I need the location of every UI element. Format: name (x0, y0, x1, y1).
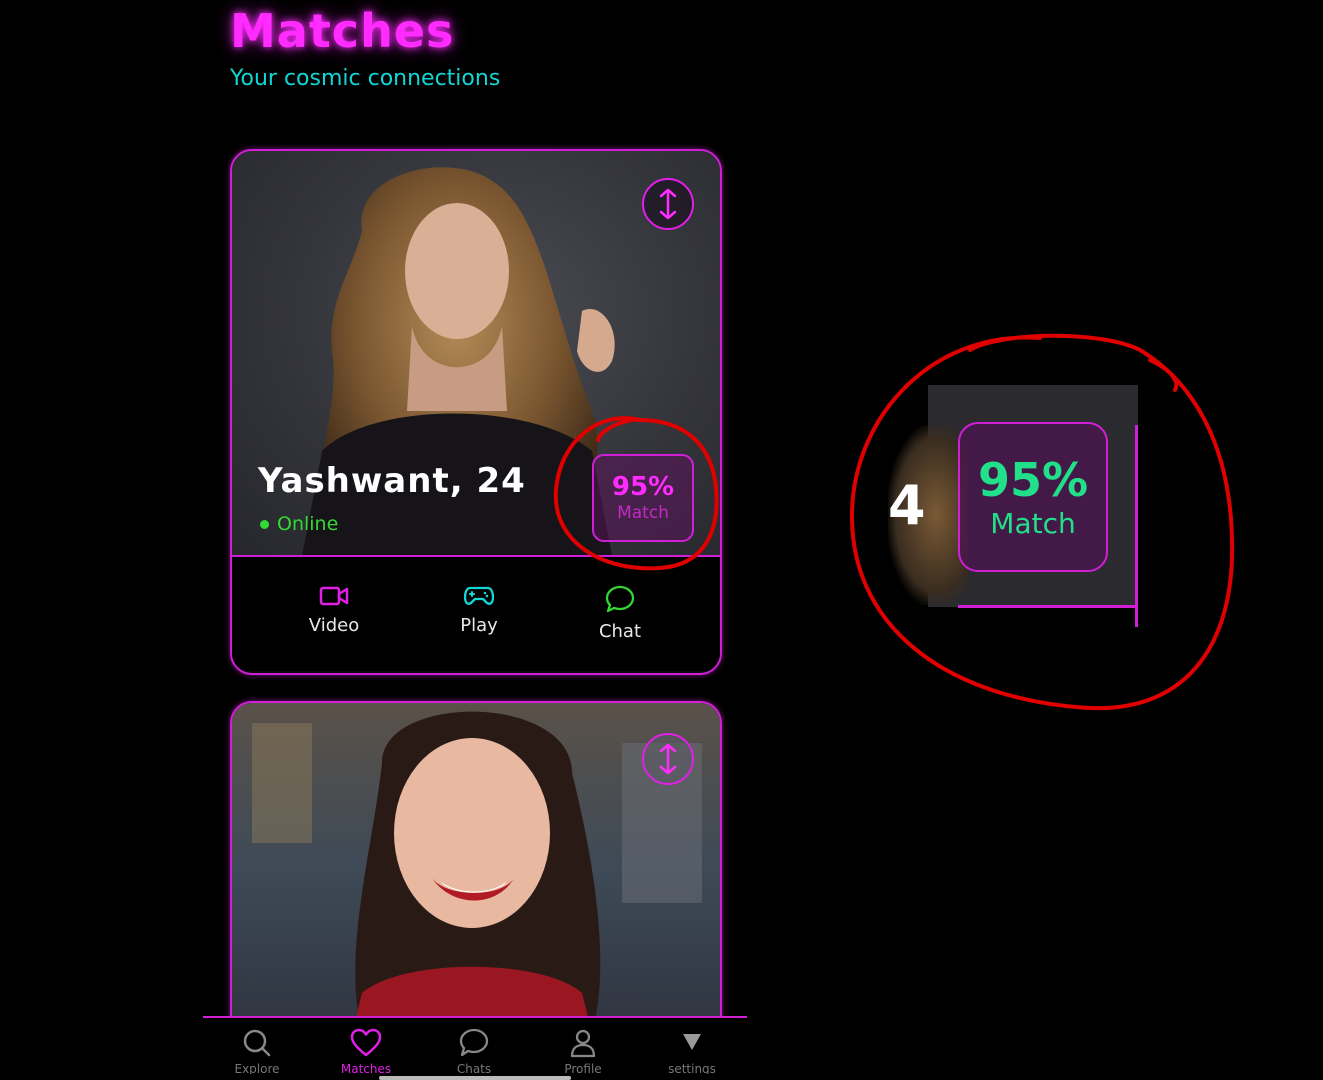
bottom-nav: Explore Matches Chats Profile settings (203, 1016, 747, 1080)
nav-item-explore[interactable]: Explore (212, 1028, 302, 1074)
chat-bubble-icon (459, 1028, 489, 1057)
annotation-overlay (553, 333, 1235, 711)
nav-item-profile[interactable]: Profile (538, 1028, 628, 1074)
nav-item-chats[interactable]: Chats (429, 1028, 519, 1074)
nav-item-matches[interactable]: Matches (321, 1028, 411, 1074)
annotation-circle-large (849, 333, 1235, 711)
search-icon (243, 1029, 271, 1057)
triangle-down-icon (683, 1034, 701, 1050)
nav-label: Profile (564, 1062, 602, 1074)
home-indicator[interactable] (379, 1076, 571, 1080)
annotation-circle-small (553, 416, 719, 571)
user-icon (570, 1029, 596, 1058)
heart-icon (350, 1028, 382, 1057)
matches-screen: Matches Your cosmic connections Yashwant… (0, 0, 1323, 1080)
nav-label: Chats (456, 1062, 492, 1074)
nav-label: settings (668, 1062, 716, 1074)
nav-label: Explore (234, 1062, 280, 1074)
nav-label: Matches (340, 1062, 392, 1074)
nav-item-settings[interactable]: settings (647, 1028, 737, 1074)
